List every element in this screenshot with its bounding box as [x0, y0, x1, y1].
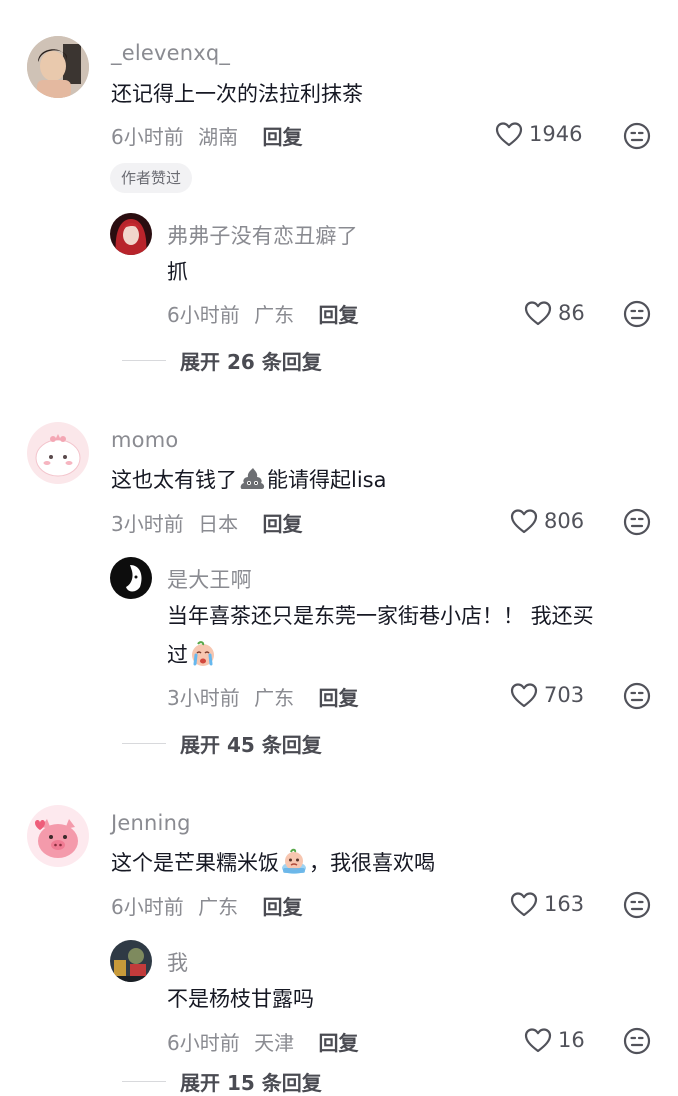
username[interactable]: _elevenxq_ — [111, 41, 230, 65]
reply-meta: 3小时前 广东 回复 — [167, 682, 358, 711]
reply-button[interactable]: 回复 — [262, 512, 302, 536]
avatar[interactable] — [27, 36, 89, 98]
comment-text: 这也太有钱了 能请得起lisa — [111, 461, 386, 500]
like-count: 806 — [544, 509, 585, 533]
comment-text: 还记得上一次的法拉利抹茶 — [111, 82, 363, 106]
heart-icon — [510, 891, 538, 917]
divider — [122, 360, 166, 361]
reply-meta: 6小时前 广东 回复 — [167, 299, 358, 328]
reply-text: 过 — [167, 636, 218, 675]
poop-emoji-icon — [238, 465, 266, 493]
like-count: 86 — [558, 301, 585, 325]
reply-button[interactable]: 回复 — [262, 895, 302, 919]
username[interactable]: momo — [111, 428, 178, 452]
reply-text-part: 过 — [167, 643, 188, 667]
comment-text: 这个是芒果糯米饭 ，我很喜欢喝 — [111, 844, 435, 883]
heart-icon — [510, 508, 538, 534]
like-button[interactable]: 86 — [524, 300, 585, 326]
timestamp: 6小时前 — [167, 1031, 240, 1055]
like-button[interactable]: 806 — [510, 508, 584, 534]
expand-replies-button[interactable]: 展开 26 条回复 — [122, 346, 322, 375]
timestamp: 6小时前 — [111, 895, 184, 919]
dislike-icon[interactable] — [623, 682, 651, 710]
timestamp: 3小时前 — [111, 512, 184, 536]
reply-text: 当年喜茶还只是东莞一家街巷小店！！ 我还买 — [167, 604, 594, 628]
comment-meta: 3小时前 日本 回复 — [111, 508, 302, 537]
expand-replies-button[interactable]: 展开 45 条回复 — [122, 729, 322, 758]
location: 日本 — [198, 512, 239, 536]
location: 湖南 — [198, 125, 239, 149]
reply-button[interactable]: 回复 — [262, 125, 302, 149]
tearful-emoji-icon — [280, 848, 308, 876]
heart-icon — [524, 300, 552, 326]
avatar[interactable] — [110, 557, 152, 599]
avatar[interactable] — [27, 422, 89, 484]
username[interactable]: Jenning — [111, 811, 191, 835]
reply-text: 不是杨枝甘露吗 — [167, 987, 314, 1011]
comment-text-part: 能请得起lisa — [267, 468, 387, 492]
like-count: 703 — [544, 683, 585, 707]
reply-meta: 6小时前 天津 回复 — [167, 1027, 358, 1056]
username[interactable]: 弗弗子没有恋丑癖了 — [167, 220, 358, 250]
reply-button[interactable]: 回复 — [318, 1031, 358, 1055]
divider — [122, 1081, 166, 1082]
location: 广东 — [198, 895, 239, 919]
reply-button[interactable]: 回复 — [318, 686, 358, 710]
expand-label: 展开 15 条回复 — [180, 1071, 322, 1095]
dislike-icon[interactable] — [623, 122, 651, 150]
reply-text: 抓 — [167, 260, 188, 284]
like-count: 16 — [558, 1028, 585, 1052]
username[interactable]: 是大王啊 — [167, 564, 252, 594]
author-liked-badge: 作者赞过 — [110, 163, 193, 193]
comment-text-part: 这个是芒果糯米饭 — [111, 851, 279, 875]
timestamp: 3小时前 — [167, 686, 240, 710]
location: 广东 — [254, 303, 295, 327]
comment-text-part: 这也太有钱了 — [111, 468, 237, 492]
like-button[interactable]: 163 — [510, 891, 584, 917]
expand-label: 展开 45 条回复 — [180, 733, 322, 757]
heart-icon — [495, 121, 523, 147]
expand-label: 展开 26 条回复 — [180, 350, 322, 374]
location: 天津 — [254, 1031, 295, 1055]
heart-icon — [510, 682, 538, 708]
avatar[interactable] — [110, 940, 152, 982]
dislike-icon[interactable] — [623, 891, 651, 919]
avatar[interactable] — [110, 213, 152, 255]
timestamp: 6小时前 — [111, 125, 184, 149]
reply-button[interactable]: 回复 — [318, 303, 358, 327]
dislike-icon[interactable] — [623, 1027, 651, 1055]
expand-replies-button[interactable]: 展开 15 条回复 — [122, 1067, 322, 1096]
dislike-icon[interactable] — [623, 508, 651, 536]
comment-meta: 6小时前 湖南 回复 — [111, 121, 302, 150]
like-button[interactable]: 1946 — [495, 121, 582, 147]
dislike-icon[interactable] — [623, 300, 651, 328]
like-count: 1946 — [529, 122, 583, 146]
avatar[interactable] — [27, 805, 89, 867]
comment-text-part: ，我很喜欢喝 — [309, 851, 435, 875]
like-count: 163 — [544, 892, 585, 916]
crying-emoji-icon — [189, 640, 217, 668]
comment-meta: 6小时前 广东 回复 — [111, 891, 302, 920]
like-button[interactable]: 703 — [510, 682, 584, 708]
divider — [122, 743, 166, 744]
heart-icon — [524, 1027, 552, 1053]
username[interactable]: 我 — [167, 947, 188, 977]
timestamp: 6小时前 — [167, 303, 240, 327]
location: 广东 — [254, 686, 295, 710]
like-button[interactable]: 16 — [524, 1027, 585, 1053]
